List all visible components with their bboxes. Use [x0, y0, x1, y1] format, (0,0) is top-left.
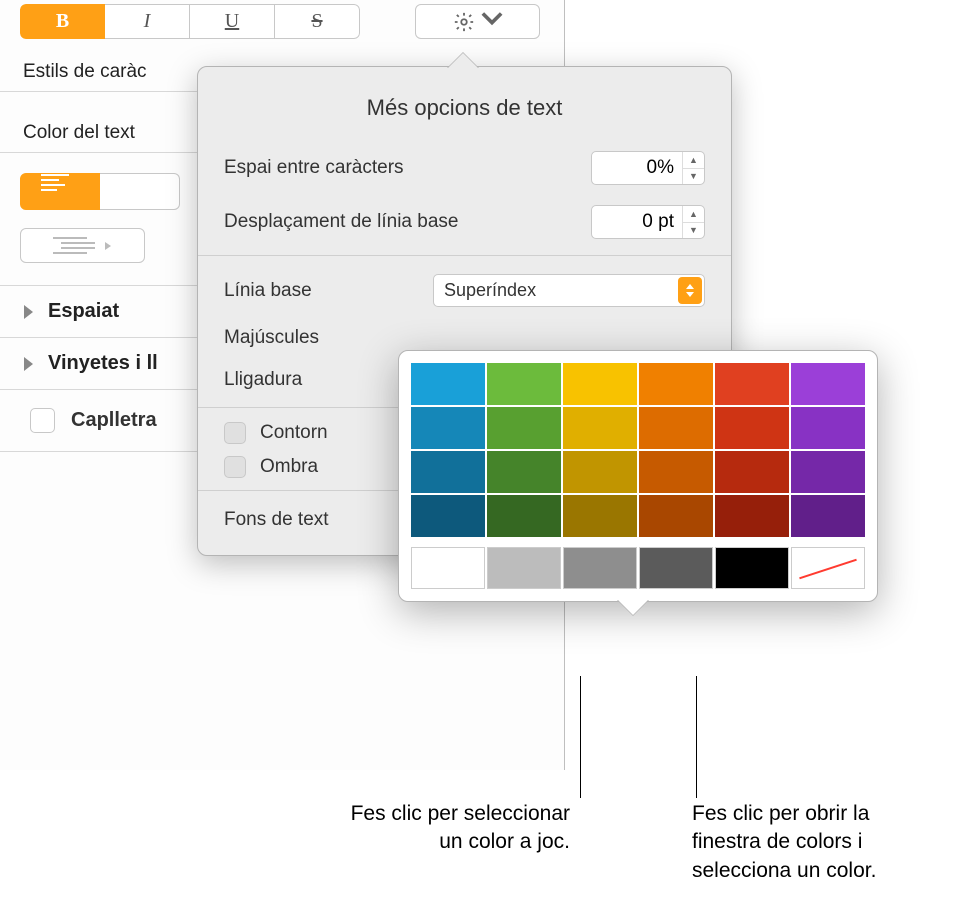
spacing-label: Espaiat [48, 300, 119, 323]
popover-arrow [617, 599, 649, 615]
color-swatch[interactable] [639, 363, 713, 405]
no-color-swatch[interactable] [791, 547, 865, 589]
gear-icon [453, 11, 475, 33]
color-swatch[interactable] [563, 495, 637, 537]
divider [198, 255, 731, 256]
color-swatch[interactable] [411, 451, 485, 493]
baseline-shift-input[interactable] [592, 211, 682, 233]
popover-title: Més opcions de text [198, 67, 731, 141]
style-toolbar: B I U S [0, 0, 564, 39]
baseline-shift-label: Desplaçament de línia base [224, 211, 458, 233]
color-swatch[interactable] [411, 547, 485, 589]
char-spacing-input[interactable] [592, 157, 682, 179]
color-swatch[interactable] [639, 547, 713, 589]
color-swatch[interactable] [563, 547, 637, 589]
callout-leader-line [696, 676, 697, 798]
color-swatch[interactable] [715, 495, 789, 537]
baseline-select[interactable]: Superíndex [433, 274, 705, 307]
color-swatch[interactable] [791, 407, 865, 449]
chevron-down-icon [481, 8, 503, 35]
callout-swatch: Fes clic per seleccionar un color a joc. [330, 800, 570, 857]
bullets-label: Vinyetes i ll [48, 352, 158, 375]
color-palette-popover [398, 350, 878, 602]
grayscale-row [411, 547, 865, 589]
baseline-select-value: Superíndex [444, 280, 536, 301]
color-swatch[interactable] [791, 451, 865, 493]
text-style-segmented: B I U S [20, 4, 360, 39]
color-swatch[interactable] [715, 547, 789, 589]
disclosure-triangle-icon [24, 305, 33, 319]
color-swatch[interactable] [487, 547, 561, 589]
select-arrows-icon [678, 277, 702, 304]
color-swatch[interactable] [715, 363, 789, 405]
stepper-arrows-icon[interactable]: ▲▼ [682, 206, 704, 238]
bold-button[interactable]: B [20, 4, 105, 39]
color-swatch[interactable] [411, 363, 485, 405]
baseline-row: Línia base Superíndex [198, 264, 731, 317]
indent-icon [53, 237, 95, 254]
color-swatch[interactable] [791, 495, 865, 537]
color-swatch[interactable] [715, 451, 789, 493]
color-swatch[interactable] [411, 407, 485, 449]
strikethrough-button[interactable]: S [275, 4, 360, 39]
shadow-label: Ombra [260, 456, 318, 478]
color-swatch[interactable] [639, 407, 713, 449]
shadow-checkbox[interactable] [224, 456, 246, 478]
color-swatch[interactable] [563, 407, 637, 449]
stepper-arrows-icon[interactable]: ▲▼ [682, 152, 704, 184]
outline-label: Contorn [260, 422, 328, 444]
color-swatch[interactable] [791, 363, 865, 405]
italic-button[interactable]: I [105, 4, 190, 39]
align-next-button[interactable] [100, 173, 180, 210]
baseline-label: Línia base [224, 280, 312, 302]
color-swatch[interactable] [487, 407, 561, 449]
indent-button[interactable] [20, 228, 145, 263]
color-swatch[interactable] [715, 407, 789, 449]
underline-button[interactable]: U [190, 4, 275, 39]
color-swatch[interactable] [487, 451, 561, 493]
outline-checkbox[interactable] [224, 422, 246, 444]
color-grid [411, 363, 865, 537]
align-left-icon [21, 174, 99, 191]
callout-colorwheel: Fes clic per obrir la finestra de colors… [692, 800, 942, 885]
color-swatch[interactable] [487, 363, 561, 405]
disclosure-triangle-icon [24, 357, 33, 371]
text-bg-label: Fons de text [224, 509, 329, 531]
char-spacing-stepper[interactable]: ▲▼ [591, 151, 705, 185]
dropcap-checkbox[interactable] [30, 408, 55, 433]
ligature-label: Lligadura [224, 369, 302, 391]
baseline-shift-stepper[interactable]: ▲▼ [591, 205, 705, 239]
triangle-right-icon [103, 241, 113, 251]
color-swatch[interactable] [563, 363, 637, 405]
char-spacing-label: Espai entre caràcters [224, 157, 404, 179]
char-spacing-row: Espai entre caràcters ▲▼ [198, 141, 731, 195]
color-swatch[interactable] [639, 451, 713, 493]
popover-arrow [447, 53, 479, 69]
dropcap-label: Caplletra [71, 409, 157, 432]
align-left-button[interactable] [20, 173, 100, 210]
more-options-button[interactable] [415, 4, 540, 39]
color-swatch[interactable] [639, 495, 713, 537]
caps-label: Majúscules [224, 327, 319, 349]
color-swatch[interactable] [411, 495, 485, 537]
baseline-shift-row: Desplaçament de línia base ▲▼ [198, 195, 731, 249]
color-swatch[interactable] [563, 451, 637, 493]
callout-leader-line [580, 676, 581, 798]
color-swatch[interactable] [487, 495, 561, 537]
